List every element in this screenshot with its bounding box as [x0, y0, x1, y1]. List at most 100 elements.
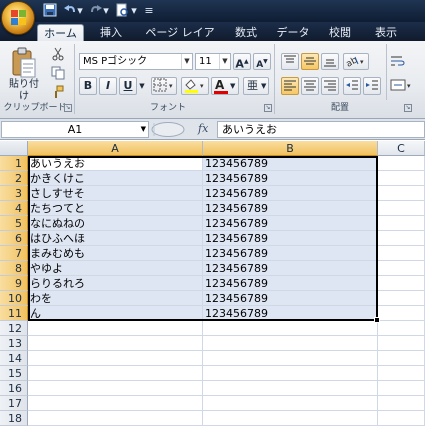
select-all-button[interactable]: [0, 141, 28, 156]
cell-c18[interactable]: [378, 411, 425, 426]
align-right-button[interactable]: [321, 77, 339, 95]
print-dropdown-icon[interactable]: ▾: [130, 3, 138, 19]
row-header-11[interactable]: 11: [0, 306, 28, 321]
cell-b1[interactable]: 123456789: [203, 156, 378, 171]
cell-a17[interactable]: [28, 396, 203, 411]
cell-b10[interactable]: 123456789: [203, 291, 378, 306]
save-icon[interactable]: [42, 3, 58, 19]
undo-dropdown-icon[interactable]: ▾: [76, 3, 84, 19]
tab-home[interactable]: ホーム: [37, 24, 84, 41]
cell-a1[interactable]: あいうえお: [28, 156, 203, 171]
cell-a13[interactable]: [28, 336, 203, 351]
cell-a2[interactable]: かきくけこ: [28, 171, 203, 186]
cell-c13[interactable]: [378, 336, 425, 351]
row-header-18[interactable]: 18: [0, 411, 28, 426]
cell-c11[interactable]: [378, 306, 425, 321]
cell-b3[interactable]: 123456789: [203, 186, 378, 201]
phonetic-button[interactable]: 亜 ▼: [243, 77, 269, 95]
decrease-indent-button[interactable]: [343, 77, 361, 95]
cell-b18[interactable]: [203, 411, 378, 426]
clipboard-launcher-icon[interactable]: ↘: [64, 104, 72, 112]
cell-a14[interactable]: [28, 351, 203, 366]
copy-icon[interactable]: [50, 65, 66, 81]
cell-a6[interactable]: はひふへほ: [28, 231, 203, 246]
increase-indent-button[interactable]: [363, 77, 381, 95]
cell-c2[interactable]: [378, 171, 425, 186]
print-preview-icon[interactable]: [114, 3, 130, 19]
cell-b16[interactable]: [203, 381, 378, 396]
cell-a11[interactable]: ん: [28, 306, 203, 321]
wrap-text-button[interactable]: [389, 53, 411, 70]
cell-a4[interactable]: たちつてと: [28, 201, 203, 216]
tab-data[interactable]: データ: [272, 24, 314, 41]
cell-c1[interactable]: [378, 156, 425, 171]
cell-c6[interactable]: [378, 231, 425, 246]
cell-a9[interactable]: らりるれろ: [28, 276, 203, 291]
column-header-b[interactable]: B: [203, 141, 378, 156]
cell-a3[interactable]: さしすせそ: [28, 186, 203, 201]
cell-b17[interactable]: [203, 396, 378, 411]
cell-a10[interactable]: わを: [28, 291, 203, 306]
row-header-4[interactable]: 4: [0, 201, 28, 216]
row-header-17[interactable]: 17: [0, 396, 28, 411]
cell-b12[interactable]: [203, 321, 378, 336]
format-painter-icon[interactable]: [50, 84, 66, 100]
formula-input[interactable]: あいうえお: [217, 121, 425, 138]
insert-function-button[interactable]: fx: [198, 122, 208, 135]
cell-b5[interactable]: 123456789: [203, 216, 378, 231]
row-header-16[interactable]: 16: [0, 381, 28, 396]
row-header-9[interactable]: 9: [0, 276, 28, 291]
bold-button[interactable]: B: [79, 77, 97, 95]
align-center-button[interactable]: [301, 77, 319, 95]
merge-center-button[interactable]: ▾: [389, 77, 415, 95]
font-launcher-icon[interactable]: ↘: [264, 104, 272, 112]
row-header-10[interactable]: 10: [0, 291, 28, 306]
cell-c10[interactable]: [378, 291, 425, 306]
fill-color-button[interactable]: ▾: [181, 77, 209, 95]
cell-a7[interactable]: まみむめも: [28, 246, 203, 261]
row-header-8[interactable]: 8: [0, 261, 28, 276]
align-middle-button[interactable]: [301, 53, 319, 70]
cell-b9[interactable]: 123456789: [203, 276, 378, 291]
cell-c9[interactable]: [378, 276, 425, 291]
fill-handle[interactable]: [374, 317, 380, 323]
cell-b11[interactable]: 123456789: [203, 306, 378, 321]
cell-a16[interactable]: [28, 381, 203, 396]
row-header-2[interactable]: 2: [0, 171, 28, 186]
cell-b7[interactable]: 123456789: [203, 246, 378, 261]
row-header-13[interactable]: 13: [0, 336, 28, 351]
paste-button[interactable]: 貼り付け: [4, 44, 44, 102]
cell-b13[interactable]: [203, 336, 378, 351]
customize-dropdown-icon[interactable]: ≡: [144, 3, 154, 19]
font-color-button[interactable]: A ▼: [211, 77, 239, 95]
cell-c8[interactable]: [378, 261, 425, 276]
cell-c3[interactable]: [378, 186, 425, 201]
tab-page-layout[interactable]: ページ レイアウト: [140, 24, 220, 56]
office-button[interactable]: [1, 1, 35, 35]
tab-insert[interactable]: 挿入: [92, 24, 130, 41]
row-header-15[interactable]: 15: [0, 366, 28, 381]
tab-review[interactable]: 校閲: [320, 24, 360, 41]
cell-c5[interactable]: [378, 216, 425, 231]
borders-button[interactable]: ▾: [151, 77, 177, 95]
cell-c12[interactable]: [378, 321, 425, 336]
redo-dropdown-icon[interactable]: ▾: [102, 3, 110, 19]
cell-b4[interactable]: 123456789: [203, 201, 378, 216]
row-header-12[interactable]: 12: [0, 321, 28, 336]
underline-dropdown-icon[interactable]: ▼: [137, 77, 147, 95]
cell-a15[interactable]: [28, 366, 203, 381]
row-header-3[interactable]: 3: [0, 186, 28, 201]
cell-a12[interactable]: [28, 321, 203, 336]
cell-c17[interactable]: [378, 396, 425, 411]
align-top-button[interactable]: [281, 53, 299, 70]
cell-c15[interactable]: [378, 366, 425, 381]
cell-b15[interactable]: [203, 366, 378, 381]
row-header-5[interactable]: 5: [0, 216, 28, 231]
row-header-6[interactable]: 6: [0, 231, 28, 246]
cell-a8[interactable]: やゆよ: [28, 261, 203, 276]
cell-c7[interactable]: [378, 246, 425, 261]
font-size-select[interactable]: 11 ▼: [195, 53, 231, 70]
name-box[interactable]: A1 ▼: [1, 121, 149, 138]
align-left-button[interactable]: [281, 77, 299, 95]
shrink-font-button[interactable]: A▼: [253, 53, 271, 70]
